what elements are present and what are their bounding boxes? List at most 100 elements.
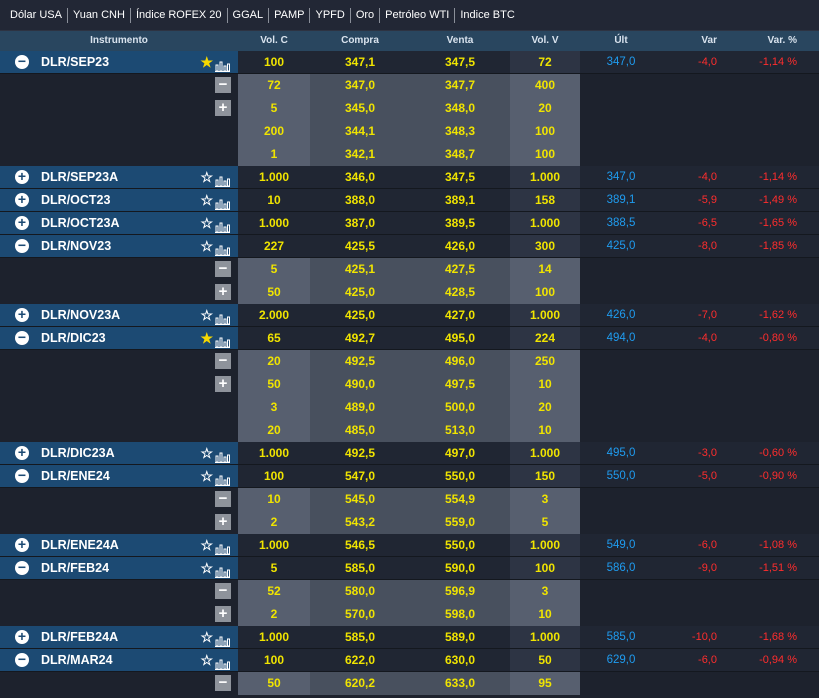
chart-bars-icon[interactable] [215, 563, 230, 578]
tab-8[interactable]: Indice BTC [455, 8, 519, 23]
instrument-name[interactable]: DLR/OCT23 [41, 189, 200, 211]
depth-more-button[interactable]: + [215, 284, 231, 300]
depth-venta[interactable]: 348,3 [410, 120, 510, 143]
venta-value[interactable]: 495,0 [410, 327, 510, 349]
vol-v-value[interactable]: 1.000 [510, 626, 580, 648]
collapse-icon[interactable]: − [15, 54, 29, 69]
compra-value[interactable]: 388,0 [310, 189, 410, 211]
vol-c-value[interactable]: 10 [238, 189, 310, 211]
depth-vol-v[interactable]: 400 [510, 74, 580, 97]
depth-compra[interactable]: 545,0 [310, 488, 410, 511]
collapse-icon[interactable]: − [15, 468, 29, 483]
depth-vol-v[interactable]: 14 [510, 258, 580, 281]
depth-vol-v[interactable]: 3 [510, 580, 580, 603]
venta-value[interactable]: 550,0 [410, 534, 510, 556]
depth-venta[interactable]: 348,0 [410, 97, 510, 120]
header-instrumento[interactable]: Instrumento [0, 31, 238, 51]
depth-more-button[interactable]: + [215, 376, 231, 392]
vol-c-value[interactable]: 100 [238, 51, 310, 73]
depth-venta[interactable]: 596,9 [410, 580, 510, 603]
venta-value[interactable]: 590,0 [410, 557, 510, 579]
venta-value[interactable]: 630,0 [410, 649, 510, 671]
chart-bars-icon[interactable] [215, 540, 230, 555]
depth-compra[interactable]: 345,0 [310, 97, 410, 120]
expand-icon[interactable]: + [15, 537, 29, 552]
depth-compra[interactable]: 485,0 [310, 419, 410, 442]
depth-vol-v[interactable]: 100 [510, 143, 580, 166]
compra-value[interactable]: 346,0 [310, 166, 410, 188]
vol-v-value[interactable]: 1.000 [510, 304, 580, 326]
depth-venta[interactable]: 513,0 [410, 419, 510, 442]
depth-vol-v[interactable]: 20 [510, 396, 580, 419]
depth-vol-v[interactable]: 100 [510, 120, 580, 143]
chart-bars-icon[interactable] [215, 632, 230, 647]
instrument-row[interactable]: + DLR/OCT23A ☆ 1.000 387,0 389,5 1.000 388,5 -6,… [0, 212, 819, 235]
venta-value[interactable]: 389,1 [410, 189, 510, 211]
expand-icon[interactable]: + [15, 445, 29, 460]
instrument-row[interactable]: + DLR/FEB24A ☆ 1.000 585,0 589,0 1.000 585,0 -10… [0, 626, 819, 649]
vol-c-value[interactable]: 2.000 [238, 304, 310, 326]
depth-venta[interactable]: 500,0 [410, 396, 510, 419]
compra-value[interactable]: 547,0 [310, 465, 410, 487]
vol-v-value[interactable]: 72 [510, 51, 580, 73]
depth-compra[interactable]: 620,2 [310, 672, 410, 695]
venta-value[interactable]: 497,0 [410, 442, 510, 464]
instrument-row[interactable]: − DLR/SEP23 ★ 100 347,1 347,5 72 347,0 -4,0 -1,14… [0, 51, 819, 74]
depth-less-button[interactable]: − [215, 261, 231, 277]
favorite-star-icon[interactable]: ☆ [200, 442, 213, 464]
depth-venta[interactable]: 598,0 [410, 603, 510, 626]
collapse-icon[interactable]: − [15, 330, 29, 345]
header-ult[interactable]: Últ [580, 31, 662, 51]
depth-vol-c[interactable]: 5 [238, 97, 310, 120]
venta-value[interactable]: 427,0 [410, 304, 510, 326]
venta-value[interactable]: 426,0 [410, 235, 510, 257]
chart-bars-icon[interactable] [215, 218, 230, 233]
depth-more-button[interactable]: + [215, 100, 231, 116]
compra-value[interactable]: 425,0 [310, 304, 410, 326]
depth-compra[interactable]: 425,1 [310, 258, 410, 281]
depth-vol-v[interactable]: 100 [510, 281, 580, 304]
depth-less-button[interactable]: − [215, 675, 231, 691]
instrument-row[interactable]: − DLR/MAR24 ☆ 100 622,0 630,0 50 629,0 -6,0 -0,94… [0, 649, 819, 672]
header-vol-v[interactable]: Vol. V [510, 31, 580, 51]
chart-bars-icon[interactable] [215, 471, 230, 486]
depth-venta[interactable]: 497,5 [410, 373, 510, 396]
vol-v-value[interactable]: 50 [510, 649, 580, 671]
vol-v-value[interactable]: 158 [510, 189, 580, 211]
favorite-star-icon[interactable]: ★ [200, 327, 213, 349]
depth-venta[interactable]: 428,5 [410, 281, 510, 304]
instrument-name[interactable]: DLR/SEP23A [41, 166, 200, 188]
depth-vol-v[interactable]: 10 [510, 603, 580, 626]
depth-compra[interactable]: 490,0 [310, 373, 410, 396]
vol-v-value[interactable]: 224 [510, 327, 580, 349]
instrument-row[interactable]: − DLR/ENE24 ☆ 100 547,0 550,0 150 550,0 -5,0 -0,9… [0, 465, 819, 488]
instrument-row[interactable]: − DLR/FEB24 ☆ 5 585,0 590,0 100 586,0 -9,0 -1,51 … [0, 557, 819, 580]
instrument-name[interactable]: DLR/FEB24 [41, 557, 200, 579]
depth-venta[interactable]: 633,0 [410, 672, 510, 695]
chart-bars-icon[interactable] [215, 241, 230, 256]
depth-vol-c[interactable]: 72 [238, 74, 310, 97]
depth-vol-v[interactable]: 5 [510, 511, 580, 534]
vol-v-value[interactable]: 150 [510, 465, 580, 487]
depth-vol-c[interactable]: 3 [238, 396, 310, 419]
depth-vol-c[interactable]: 10 [238, 488, 310, 511]
chart-bars-icon[interactable] [215, 172, 230, 187]
depth-vol-c[interactable]: 50 [238, 373, 310, 396]
tab-2[interactable]: Índice ROFEX 20 [131, 7, 228, 23]
tab-6[interactable]: Oro [351, 7, 381, 23]
tab-1[interactable]: Yuan CNH [68, 7, 131, 23]
depth-vol-v[interactable]: 10 [510, 373, 580, 396]
vol-c-value[interactable]: 1.000 [238, 534, 310, 556]
vol-v-value[interactable]: 1.000 [510, 212, 580, 234]
vol-v-value[interactable]: 300 [510, 235, 580, 257]
tab-3[interactable]: GGAL [228, 7, 270, 23]
depth-venta[interactable]: 559,0 [410, 511, 510, 534]
depth-more-button[interactable]: + [215, 514, 231, 530]
depth-compra[interactable]: 570,0 [310, 603, 410, 626]
instrument-name[interactable]: DLR/ENE24A [41, 534, 200, 556]
header-compra[interactable]: Compra [310, 31, 410, 51]
collapse-icon[interactable]: − [15, 652, 29, 667]
vol-c-value[interactable]: 100 [238, 465, 310, 487]
depth-compra[interactable]: 489,0 [310, 396, 410, 419]
instrument-name[interactable]: DLR/DIC23 [41, 327, 200, 349]
